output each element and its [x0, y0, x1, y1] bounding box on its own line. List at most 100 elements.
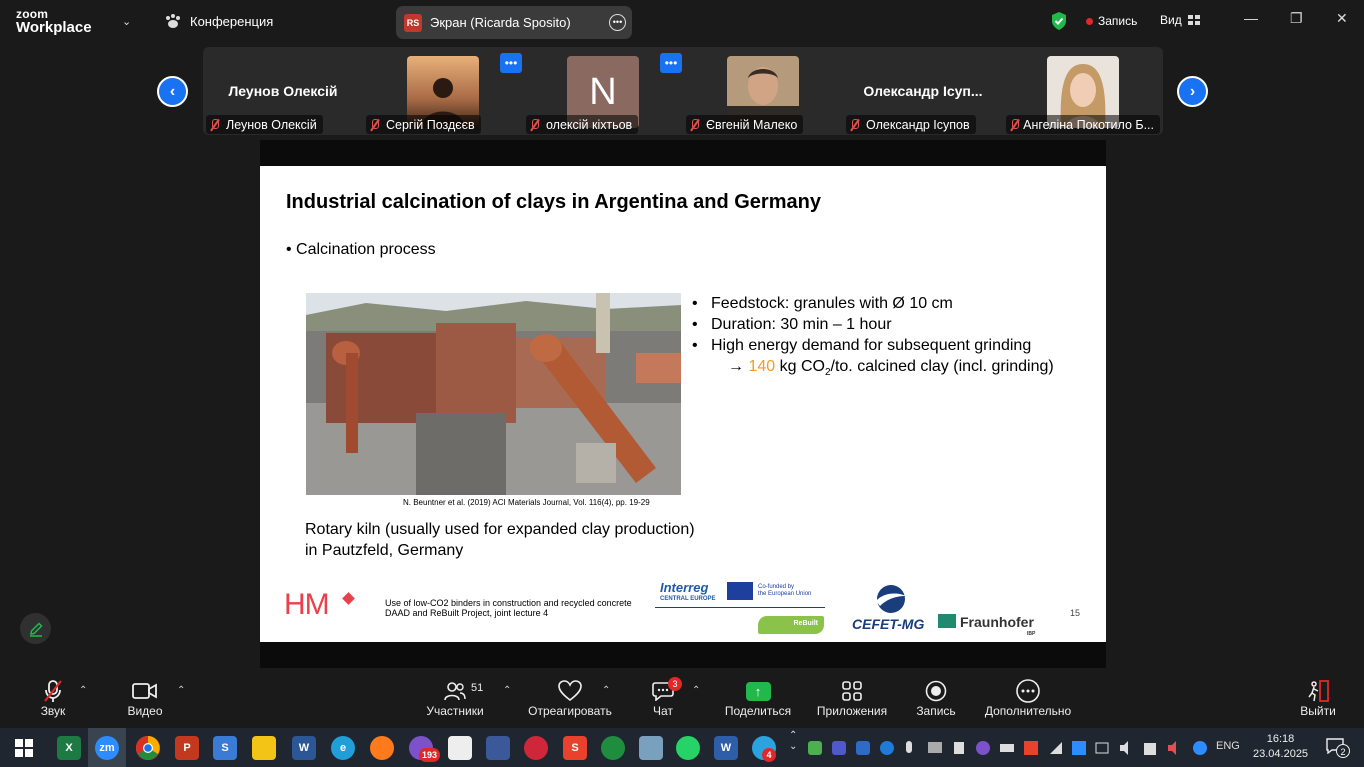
- fraunhofer-mark-icon: [938, 614, 956, 628]
- meeting-label: Конференция: [190, 13, 274, 29]
- participant-tile[interactable]: Сергій Поздєєв: [363, 47, 523, 135]
- exit-door-icon: [1308, 680, 1329, 702]
- participant-label: Ангеліна Покотило Б...: [1006, 115, 1160, 134]
- powerpoint-icon[interactable]: P: [175, 736, 199, 760]
- participant-tile[interactable]: Леунов Олексій Леунов Олексій: [203, 47, 363, 135]
- slide-point-text: High energy demand for subsequent grindi…: [711, 337, 1032, 354]
- slide-arrow-line: → 140 kg CO2/to. calcined clay (incl. gr…: [692, 356, 1054, 383]
- meeting-info-button[interactable]: Конференция: [164, 13, 273, 29]
- video-button[interactable]: Видео: [124, 678, 166, 718]
- chat-unread-badge: 3: [668, 677, 682, 691]
- audio-options-caret-icon[interactable]: ⌃: [79, 685, 87, 696]
- chat-options-caret-icon[interactable]: ⌃: [692, 685, 700, 696]
- more-options-icon[interactable]: •••: [609, 14, 626, 31]
- mic-muted-icon: [1010, 118, 1020, 131]
- slide-point-text: Feedstock: granules with Ø 10 cm: [711, 295, 953, 312]
- edge-icon[interactable]: e: [331, 736, 355, 760]
- tile-more-icon[interactable]: •••: [660, 53, 682, 73]
- slide-point: • Feedstock: granules with Ø 10 cm: [692, 295, 953, 312]
- slide-point: • Duration: 30 min – 1 hour: [692, 316, 892, 333]
- video-options-caret-icon[interactable]: ⌃: [177, 685, 185, 696]
- screen-share-indicator[interactable]: RS Экран (Ricarda Sposito) •••: [396, 6, 632, 39]
- chrome-profile-icon[interactable]: [601, 736, 625, 760]
- mic-muted-icon: [210, 118, 220, 131]
- arrow-suffix: /to. calcined clay (incl. grinding): [830, 358, 1054, 375]
- chevron-left-icon: ‹: [169, 82, 176, 100]
- pencil-icon: [29, 621, 43, 637]
- record-label: Запись: [1098, 14, 1138, 28]
- participant-label: Сергій Поздєєв: [366, 115, 481, 134]
- file-explorer-icon[interactable]: [252, 736, 276, 760]
- participant-name: Ангеліна Покотило Б...: [1023, 117, 1154, 132]
- language-indicator[interactable]: ENG: [1216, 740, 1240, 752]
- start-icon[interactable]: [12, 736, 36, 760]
- mic-muted-icon: [850, 118, 860, 131]
- share-screen-button[interactable]: ↑ Поделиться: [722, 678, 794, 718]
- telegram-badge: 4: [762, 748, 776, 762]
- share-label: Поделиться: [724, 704, 792, 718]
- hm-logo: HM: [284, 588, 330, 621]
- participant-name: Олександр Ісупов: [866, 117, 970, 132]
- participant-tile[interactable]: N олексій кіхтьов: [523, 47, 683, 135]
- webex-icon[interactable]: W: [714, 736, 738, 760]
- save-app-icon[interactable]: [486, 736, 510, 760]
- chat-button[interactable]: 3 Чат: [648, 677, 682, 718]
- s-app-icon[interactable]: S: [213, 736, 237, 760]
- participants-button[interactable]: 51 Участники: [424, 678, 486, 718]
- chrome-icon[interactable]: [136, 736, 160, 760]
- zoom-logo[interactable]: zoom Workplace: [16, 8, 92, 35]
- excel-icon[interactable]: X: [57, 736, 81, 760]
- firefox-icon[interactable]: [370, 736, 394, 760]
- word-icon[interactable]: W: [292, 736, 316, 760]
- participants-options-caret-icon[interactable]: ⌃: [503, 685, 511, 696]
- record-button[interactable]: Запись: [912, 678, 960, 718]
- hm-logo-dot: [342, 592, 355, 605]
- tray-icons[interactable]: [808, 740, 1238, 759]
- react-button[interactable]: Отреагировать: [526, 678, 614, 718]
- tile-more-icon[interactable]: •••: [500, 53, 522, 73]
- annotate-button[interactable]: [20, 613, 51, 644]
- participants-label: Участники: [426, 704, 484, 718]
- minimize-icon[interactable]: —: [1244, 10, 1258, 26]
- previous-page-button[interactable]: ‹: [157, 76, 188, 107]
- restore-icon[interactable]: ❐: [1290, 10, 1303, 27]
- viber-badge: 193: [419, 748, 441, 762]
- apps-button[interactable]: Приложения: [814, 678, 890, 718]
- leave-button[interactable]: Выйти: [1298, 678, 1338, 718]
- eu-text-1: Co-funded by: [758, 584, 795, 590]
- zoom-app-icon[interactable]: zm: [95, 736, 119, 760]
- participant-tile[interactable]: Олександр Ісуп... Олександр Ісупов: [843, 47, 1003, 135]
- slide-title: Industrial calcination of clays in Argen…: [286, 191, 821, 213]
- participant-tile[interactable]: Ангеліна Покотило Б...: [1003, 47, 1163, 135]
- view-menu-button[interactable]: Вид: [1160, 13, 1200, 27]
- next-page-button[interactable]: ›: [1177, 76, 1208, 107]
- whatsapp-icon[interactable]: [676, 736, 700, 760]
- tray-overflow-icon[interactable]: ⌃ ⌄: [789, 730, 797, 752]
- share-title: Экран (Ricarda Sposito): [430, 15, 571, 30]
- document-icon[interactable]: [448, 736, 472, 760]
- slide-bullet: • Calcination process: [286, 241, 436, 258]
- participant-name: Євгеній Малеко: [706, 117, 798, 132]
- red-app-icon[interactable]: [524, 736, 548, 760]
- chevron-down-icon[interactable]: ⌄: [122, 15, 131, 28]
- viber-icon[interactable]: 193: [409, 736, 441, 762]
- close-icon[interactable]: ✕: [1336, 10, 1348, 27]
- s-red-app-icon[interactable]: S: [563, 736, 587, 760]
- react-options-caret-icon[interactable]: ⌃: [602, 685, 610, 696]
- cefet-logo: CEFET-MG: [852, 584, 928, 632]
- participant-label: Леунов Олексій: [206, 115, 323, 134]
- slide-point-text: Duration: 30 min – 1 hour: [711, 316, 892, 333]
- recording-status[interactable]: Запись: [1050, 11, 1137, 31]
- notifications-icon[interactable]: 2: [1326, 738, 1350, 758]
- participant-tile[interactable]: Євгеній Малеко: [683, 47, 843, 135]
- archive-app-icon[interactable]: [639, 736, 663, 760]
- audio-button[interactable]: Звук: [36, 678, 70, 718]
- participant-display-name: Олександр Ісуп...: [863, 83, 983, 99]
- clock[interactable]: 16:18 23.04.2025: [1253, 732, 1308, 762]
- telegram-icon[interactable]: 4: [752, 736, 776, 762]
- video-label: Видео: [127, 704, 163, 718]
- react-label: Отреагировать: [528, 704, 612, 718]
- chat-label: Чат: [653, 704, 673, 718]
- more-button[interactable]: Дополнительно: [982, 678, 1074, 718]
- participant-name: олексій кіхтьов: [546, 117, 633, 132]
